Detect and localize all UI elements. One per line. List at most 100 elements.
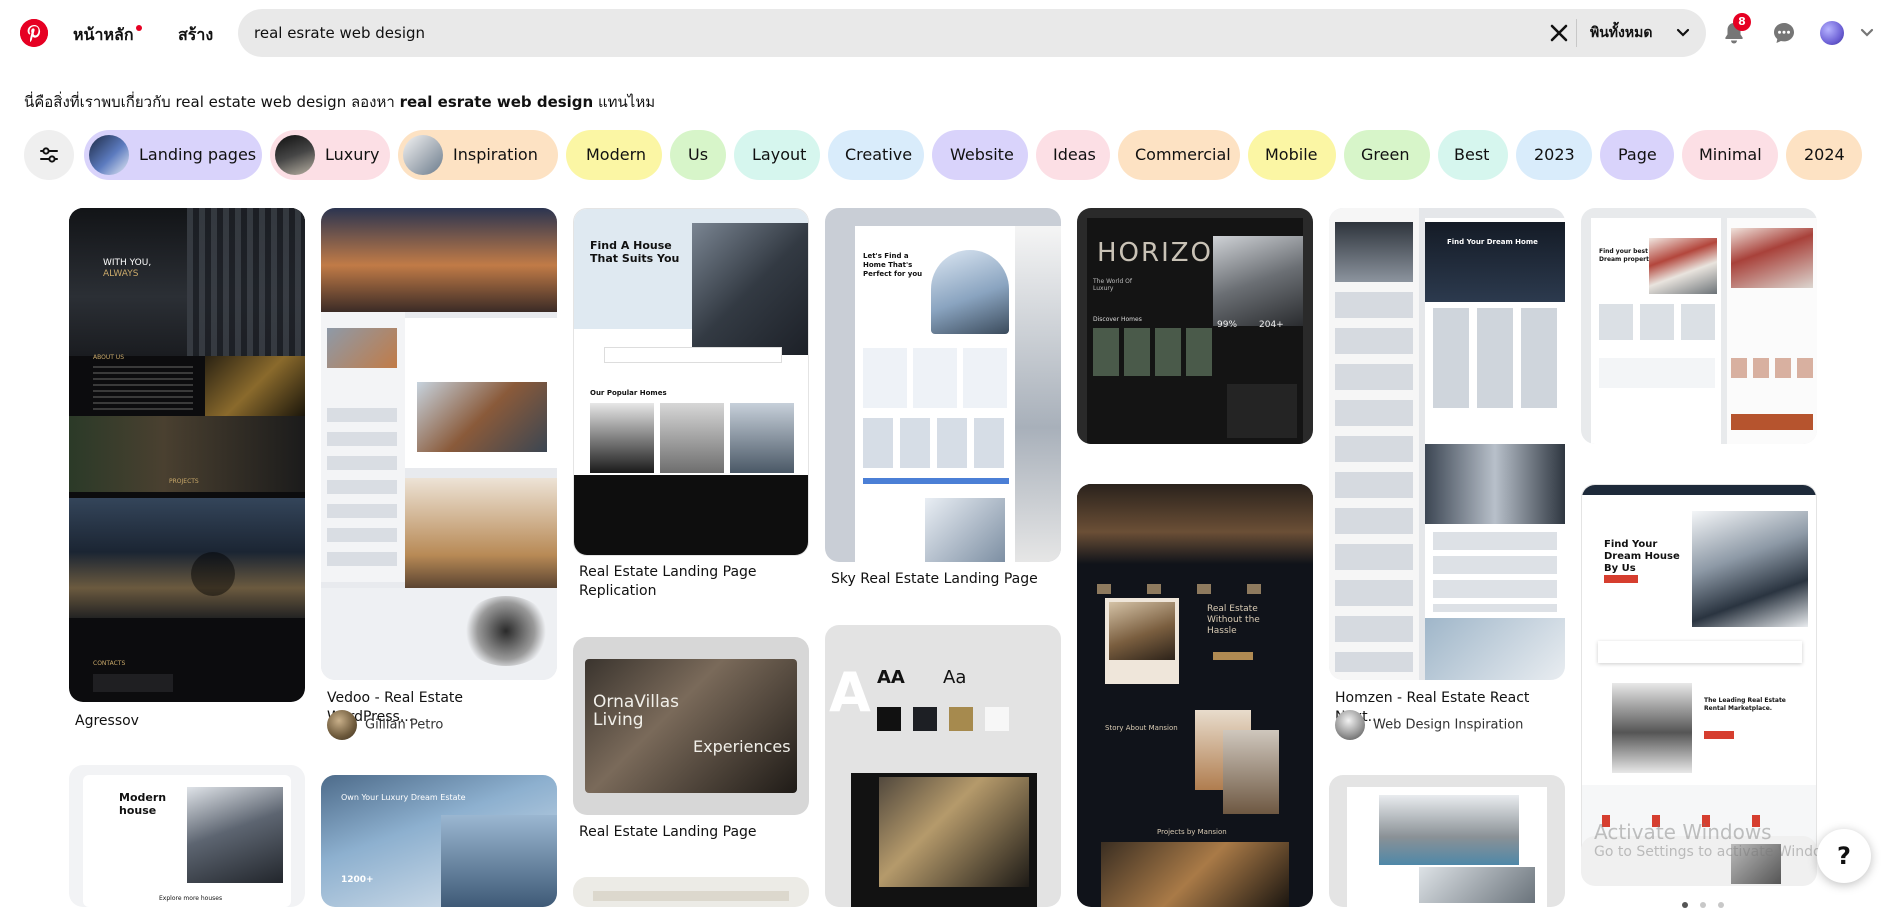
chip-modern[interactable]: Modern [566,130,662,180]
pin-text: OrnaVillas Living [593,692,679,730]
chip-label: Inspiration [453,145,538,164]
chip-label: Mobile [1265,145,1318,164]
author-avatar [327,710,357,740]
pin-text: Find your best Dream property [1599,248,1653,263]
chip-2024[interactable]: 2024 [1786,130,1862,180]
chip-label: Commercial [1135,145,1231,164]
chip-label: Luxury [325,145,380,164]
nav-create[interactable]: สร้าง [178,23,213,48]
pin-text: Real Estate Without the Hassle [1207,604,1260,636]
suggestion-prefix: นี่คือสิ่งที่เราพบเกี่ยวกับ real estate … [24,93,400,111]
chevron-down-icon [1676,28,1690,37]
chip-label: Creative [845,145,913,164]
chip-label: Modern [586,145,647,164]
chip-best[interactable]: Best [1438,130,1508,180]
chip-label: Page [1618,145,1657,164]
chip-creative[interactable]: Creative [828,130,924,180]
chip-label: 2023 [1534,145,1575,164]
pin-image[interactable]: Find A House That Suits You Our Popular … [573,208,809,556]
suggested-query-link[interactable]: real esrate web design [400,93,594,111]
pin-title[interactable]: Agressov [75,712,299,731]
pin-text: Find Your Dream House By Us [1604,539,1680,574]
chip-ideas[interactable]: Ideas [1036,130,1110,180]
author-name: Gillian Petro [365,717,444,733]
chip-layout[interactable]: Layout [734,130,820,180]
chip-us[interactable]: Us [670,130,726,180]
pin-image[interactable]: OrnaVillas Living Experiences [573,637,809,815]
pin-image[interactable]: Real Estate Without the Hassle Story Abo… [1077,484,1313,907]
pin-text: Aa [943,667,967,688]
help-button[interactable]: ? [1817,829,1871,883]
search-input[interactable] [254,9,1534,57]
chip-mobile[interactable]: Mobile [1248,130,1336,180]
search-correction-text: นี่คือสิ่งที่เราพบเกี่ยวกับ real estate … [24,90,655,114]
top-nav: หน้าหลัก สร้าง พินทั้งหมด 8 [0,0,1896,68]
author-avatar [1335,710,1365,740]
pin-text: Modern house [119,791,167,817]
suggestion-suffix: แทนไหม [593,93,656,111]
chip-label: Us [688,145,709,164]
pin-text: PROJECTS [169,478,199,485]
chip-inspiration[interactable]: Inspiration [398,130,558,180]
pin-image[interactable]: Modern house Explore more houses [69,765,305,907]
user-avatar[interactable] [1820,21,1844,45]
pin-author[interactable]: Gillian Petro [327,710,443,740]
chip-page[interactable]: Page [1600,130,1674,180]
pin-title[interactable]: Sky Real Estate Landing Page [831,570,1055,589]
pin-text: Explore more houses [159,895,223,902]
chip-label: Minimal [1699,145,1762,164]
chip-thumbnail [89,135,129,175]
pin-author[interactable]: Web Design Inspiration [1335,710,1523,740]
pin-text: WITH YOU, [103,258,152,268]
pin-image[interactable] [1329,775,1565,907]
pin-text: Own Your Luxury Dream Estate [341,793,466,802]
chip-luxury[interactable]: Luxury [270,130,390,180]
chip-landing-pages[interactable]: Landing pages [84,130,262,180]
pin-image[interactable]: Let's Find a Home That's Perfect for you [825,208,1061,562]
pin-image[interactable] [573,877,809,907]
pin-image[interactable]: HORIZON The World Of Luxury Discover Hom… [1077,208,1313,444]
pin-text: The Leading Real Estate Rental Marketpla… [1704,697,1786,712]
chip-label: Best [1454,145,1490,164]
pin-text: Find Your Dream Home [1447,238,1538,246]
search-scope-dropdown[interactable]: พินทั้งหมด [1590,21,1690,45]
pin-image[interactable] [321,208,557,680]
pin-image[interactable]: A AA Aa [825,625,1061,907]
pin-text: CONTACTS [93,660,126,667]
pin-image[interactable]: Find your best Dream property [1581,208,1817,444]
chip-commercial[interactable]: Commercial [1118,130,1240,180]
account-chevron-down-icon[interactable] [1860,27,1874,39]
chip-label: Green [1361,145,1410,164]
activate-windows-subtitle: Go to Settings to activate Windows. [1594,844,1845,860]
pin-text: Discover Homes [1093,316,1142,323]
filter-sliders-icon [40,147,58,163]
search-scope-label: พินทั้งหมด [1590,25,1653,41]
pin-text: Projects by Mansion [1157,828,1227,836]
pin-title[interactable]: Real Estate Landing Page Replication [579,563,803,601]
messages-icon[interactable] [1772,21,1796,45]
clear-search-icon[interactable] [1547,21,1571,45]
filters-button[interactable] [24,130,74,180]
chip-label: Website [950,145,1014,164]
pin-image[interactable]: Own Your Luxury Dream Estate 1200+ [321,775,557,907]
chip-website[interactable]: Website [932,130,1028,180]
author-name: Web Design Inspiration [1373,717,1524,733]
activate-windows-title: Activate Windows [1594,820,1772,844]
notifications-count-badge: 8 [1733,13,1751,31]
search-bar: พินทั้งหมด [238,9,1706,57]
pin-text: Story About Mansion [1105,724,1178,732]
chip-green[interactable]: Green [1344,130,1430,180]
pinterest-logo-icon[interactable] [20,19,48,47]
pin-text: 204+ [1259,320,1284,330]
pin-text: Our Popular Homes [590,389,667,397]
chip-minimal[interactable]: Minimal [1682,130,1778,180]
search-divider [1576,19,1577,47]
pin-image[interactable]: Find Your Dream House By Us The Leading … [1581,484,1817,868]
pin-title[interactable]: Real Estate Landing Page [579,823,803,842]
nav-home[interactable]: หน้าหลัก [73,23,142,48]
pin-image[interactable]: Find Your Dream Home [1329,208,1565,680]
pin-image[interactable]: WITH YOU, ALWAYS ABOUT US PROJECTS CONTA… [69,208,305,702]
chip-label: 2024 [1804,145,1845,164]
chip-thumbnail [403,135,443,175]
chip-2023[interactable]: 2023 [1516,130,1592,180]
